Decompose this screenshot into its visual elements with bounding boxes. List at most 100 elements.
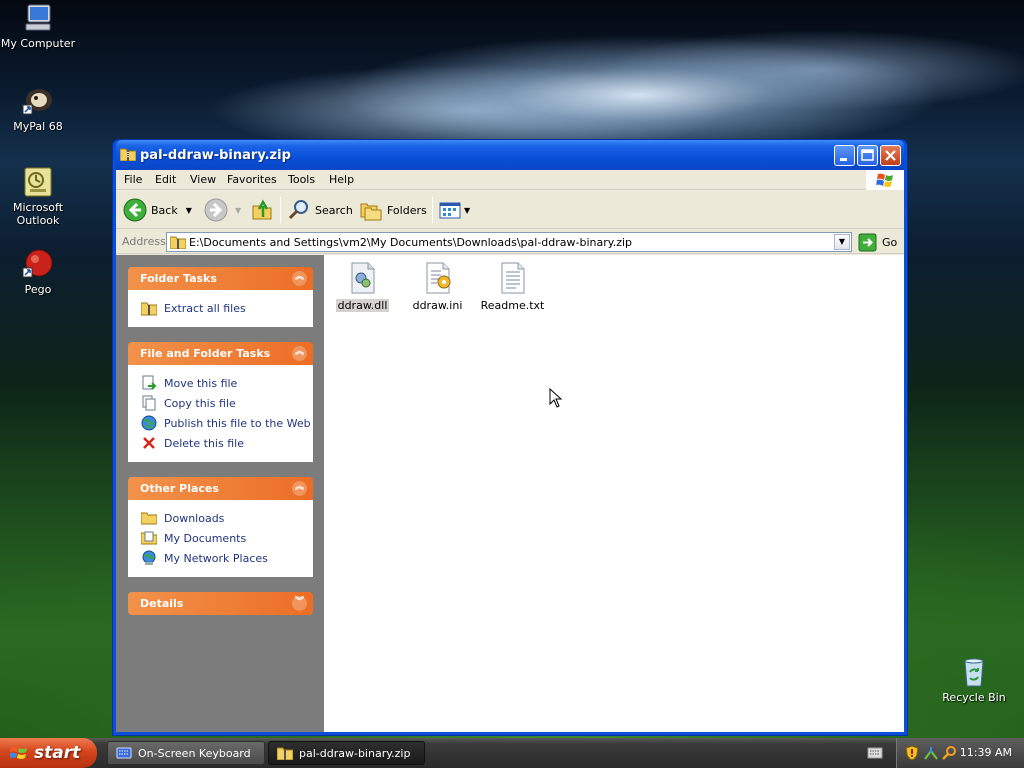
address-value: E:\Documents and Settings\vm2\My Documen… [189,236,633,249]
close-button[interactable] [880,145,901,166]
zip-folder-icon [119,147,137,162]
panel-title: Details [140,597,184,610]
file-name: ddraw.dll [335,299,390,312]
go-button[interactable]: Go [858,233,897,252]
ini-file-icon [422,261,454,295]
panel-title: Other Places [140,482,219,495]
task-delete-this-file[interactable]: Delete this file [129,433,312,453]
folders-button[interactable]: Folders [359,197,427,223]
maximize-button[interactable] [857,145,878,166]
collapse-chevron-icon[interactable]: ︽ [292,481,307,496]
place-my-documents[interactable]: My Documents [129,528,312,548]
file-list-view[interactable]: ddraw.dll ddraw.ini Readme.txt [324,255,904,732]
close-icon [885,150,896,161]
place-my-network-places[interactable]: My Network Places [129,548,312,568]
place-downloads[interactable]: Downloads [129,508,312,528]
menu-help[interactable]: Help [329,173,354,186]
network-connection-icon[interactable] [923,745,939,764]
menu-tools[interactable]: Tools [288,173,315,186]
taskbar-item-pal-ddraw-binary-zip[interactable]: pal-ddraw-binary.zip [268,741,425,765]
pego-icon [22,248,54,280]
search-label: Search [315,203,353,217]
go-arrow-icon [858,233,877,252]
task-copy-this-file[interactable]: Copy this file [129,393,312,413]
task-label: Extract all files [164,301,246,315]
views-icon [439,202,461,219]
globe-icon [141,415,157,431]
back-button[interactable]: Back ▼ [123,197,192,223]
address-input[interactable]: E:\Documents and Settings\vm2\My Documen… [166,232,852,252]
search-icon [288,200,308,220]
search-icon[interactable] [941,745,957,764]
windows-logo-icon [866,170,904,190]
desktop-icon-my-computer[interactable]: My Computer [0,2,76,50]
panel-other-places: Other Places ︽ Downloads My Documents My… [128,477,313,577]
collapse-chevron-icon[interactable]: ︽ [292,271,307,286]
search-button[interactable]: Search [287,197,353,223]
computer-icon [22,2,54,34]
desktop-icon-label: Recycle Bin [942,691,1006,704]
panel-folder-tasks: Folder Tasks ︽ Extract all files [128,267,313,327]
task-label: Move this file [164,376,238,390]
file-item-readme-txt[interactable]: Readme.txt [475,261,550,312]
task-extract-all-files[interactable]: Extract all files [129,298,312,318]
address-dropdown-arrow-icon[interactable]: ▼ [834,234,850,250]
back-arrow-icon [123,198,147,222]
views-button[interactable]: ▼ [438,197,470,223]
desktop-icon-label: MyPal 68 [13,120,63,133]
forward-dropdown-arrow-icon: ▼ [235,205,242,215]
panel-header[interactable]: Folder Tasks ︽ [128,267,313,290]
task-move-this-file[interactable]: Move this file [129,373,312,393]
panel-header[interactable]: Other Places ︽ [128,477,313,500]
expand-chevron-icon[interactable]: ︾ [292,596,307,611]
minimize-button[interactable] [834,145,855,166]
place-label: Downloads [164,511,225,525]
menu-view[interactable]: View [190,173,216,186]
taskbar: start On-Screen Keyboard pal-ddraw-binar… [0,738,1024,768]
desktop-icon-outlook[interactable]: Microsoft Outlook [0,166,76,227]
place-label: My Network Places [164,551,268,565]
desktop-icon-pego[interactable]: Pego [0,248,76,296]
panel-header[interactable]: File and Folder Tasks ︽ [128,342,313,365]
menu-file[interactable]: File [124,173,142,186]
task-publish-to-web[interactable]: Publish this file to the Web [129,413,312,433]
go-label: Go [882,236,898,249]
taskbar-clock[interactable]: 11:39 AM [960,746,1012,759]
panel-body: Move this file Copy this file Publish th… [128,365,313,462]
panel-body: Downloads My Documents My Network Places [128,500,313,577]
panel-details: Details ︾ [128,592,313,615]
up-folder-button[interactable] [250,197,274,223]
zip-folder-icon [169,235,187,250]
keyboard-icon [116,746,132,760]
menu-edit[interactable]: Edit [155,173,176,186]
forward-button[interactable]: ▼ [204,197,241,223]
standard-toolbar: Back ▼ ▼ Search Folders ▼ [116,190,904,229]
collapse-chevron-icon[interactable]: ︽ [292,346,307,361]
outlook-icon [22,166,54,198]
file-item-ddraw-dll[interactable]: ddraw.dll [325,261,400,312]
desktop-icon-mypal[interactable]: MyPal 68 [0,85,76,133]
file-name: ddraw.ini [412,299,463,312]
desktop-icon-recycle-bin[interactable]: Recycle Bin [936,656,1012,704]
back-dropdown-arrow-icon[interactable]: ▼ [186,206,192,215]
toolbar-separator [432,197,433,223]
move-file-icon [141,375,157,391]
zip-folder-icon [276,746,294,761]
panel-header[interactable]: Details ︾ [128,592,313,615]
file-item-ddraw-ini[interactable]: ddraw.ini [400,261,475,312]
my-documents-icon [140,530,158,546]
menu-favorites[interactable]: Favorites [227,173,277,186]
task-label: On-Screen Keyboard [138,746,251,760]
mypal-browser-icon [22,85,54,117]
window-titlebar[interactable]: pal-ddraw-binary.zip [116,140,904,170]
task-label: pal-ddraw-binary.zip [299,746,411,760]
network-places-icon [141,550,157,566]
start-button[interactable]: start [0,738,97,768]
desktop-icon-label: Microsoft Outlook [12,201,64,227]
taskbar-item-on-screen-keyboard[interactable]: On-Screen Keyboard [107,741,265,765]
language-keyboard-icon[interactable] [866,747,886,759]
back-label: Back [151,203,178,217]
folders-icon [360,203,382,221]
security-shield-icon[interactable] [905,745,919,764]
panel-file-and-folder-tasks: File and Folder Tasks ︽ Move this file C… [128,342,313,462]
